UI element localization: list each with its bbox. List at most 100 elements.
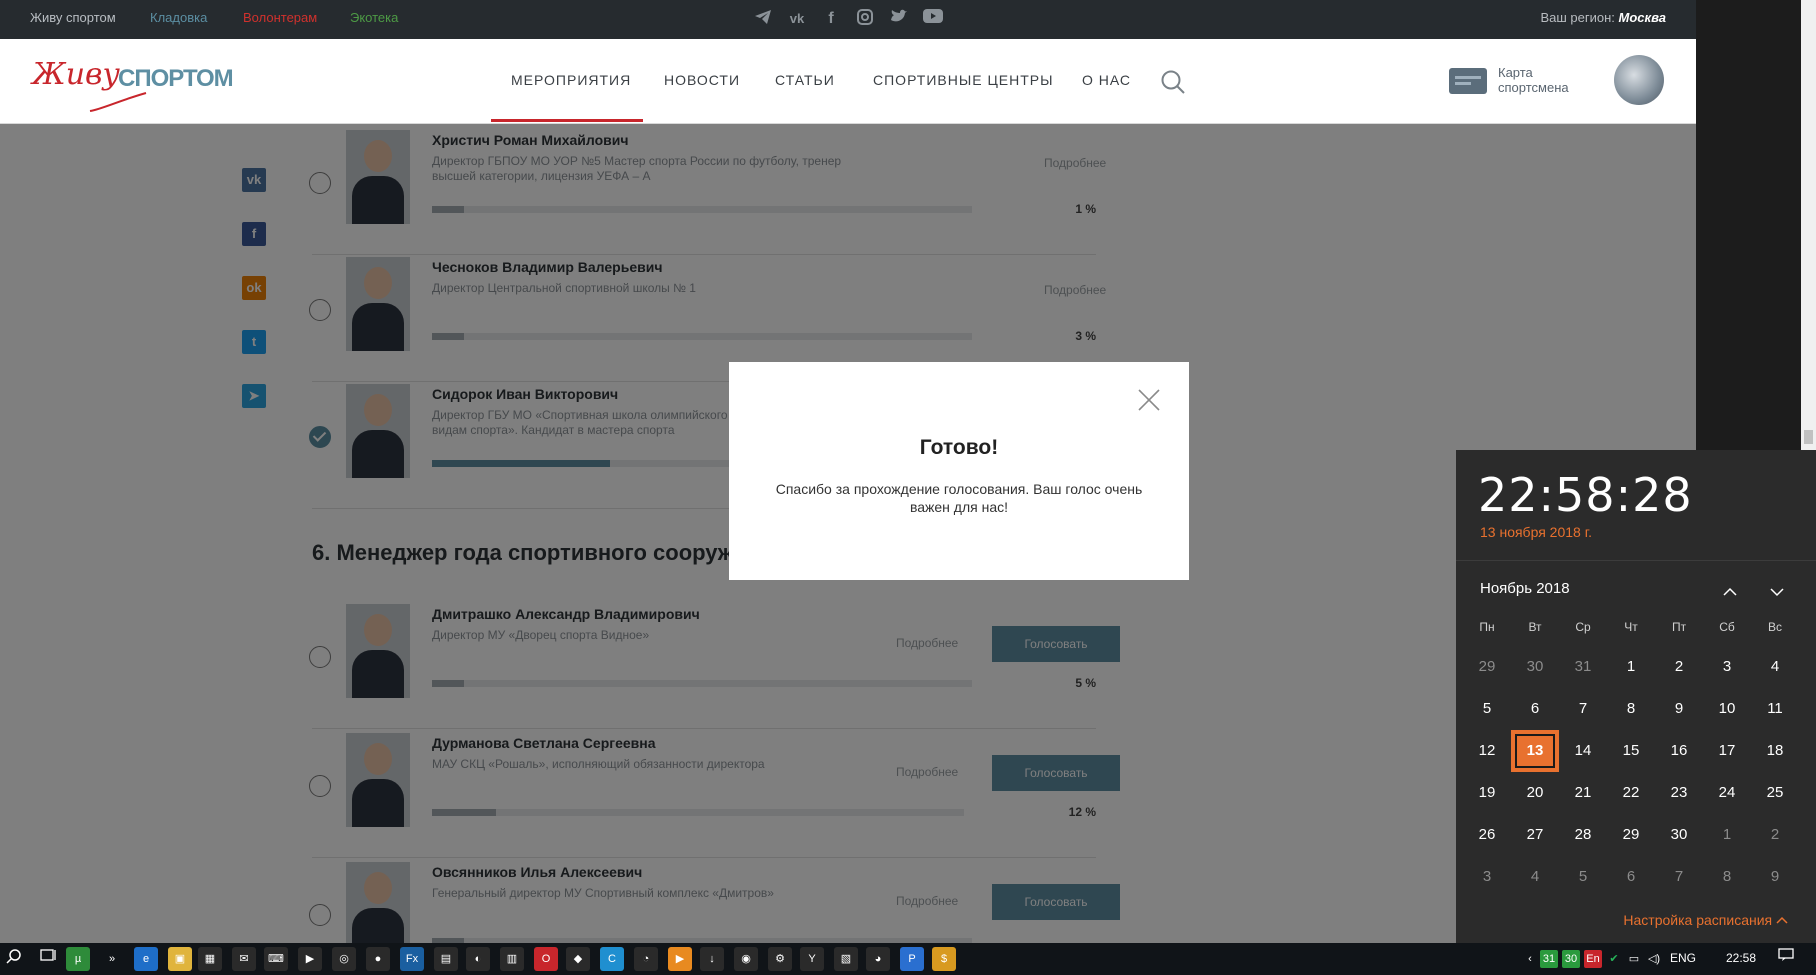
calendar-day[interactable]: 27 — [1513, 816, 1557, 854]
clock-app-icon[interactable]: ◔ — [634, 947, 658, 971]
calendar-day[interactable]: 4 — [1753, 648, 1797, 686]
calendar-day[interactable]: 29 — [1465, 648, 1509, 686]
calendar-month[interactable]: Ноябрь 2018 — [1480, 580, 1570, 597]
calendar-day[interactable]: 26 — [1465, 816, 1509, 854]
calendar-day[interactable]: 15 — [1609, 732, 1653, 770]
app-settings-icon[interactable]: ⚙ — [768, 947, 792, 971]
utorrent-icon[interactable]: µ — [66, 947, 90, 971]
calendar-day[interactable]: 14 — [1561, 732, 1605, 770]
calendar-day[interactable]: 25 — [1753, 774, 1797, 812]
topbar-link-volunteers[interactable]: Волонтерам — [243, 10, 317, 25]
calendar-day[interactable]: 23 — [1657, 774, 1701, 812]
topbar-link-zhivu-sportom[interactable]: Живу спортом — [30, 10, 116, 25]
calendar-day[interactable]: 9 — [1657, 690, 1701, 728]
schedule-settings-link[interactable]: Настройка расписания — [1623, 912, 1788, 928]
calendar-day[interactable]: 11 — [1753, 690, 1797, 728]
chevron-down-icon[interactable] — [1769, 584, 1785, 600]
volume-icon[interactable]: ◁) — [1646, 947, 1662, 971]
chrome-icon[interactable]: ◎ — [332, 947, 356, 971]
calendar-day[interactable]: 28 — [1561, 816, 1605, 854]
calendar-day[interactable]: 10 — [1705, 690, 1749, 728]
edge-icon[interactable]: e — [134, 947, 158, 971]
calendar-day[interactable]: 30 — [1657, 816, 1701, 854]
calendar-day[interactable]: 20 — [1513, 774, 1557, 812]
calendar-day[interactable]: 6 — [1609, 858, 1653, 896]
mail-icon[interactable]: ✉ — [232, 947, 256, 971]
instagram-icon[interactable] — [855, 9, 875, 29]
site-logo[interactable]: Живу СПОРТОМ — [32, 53, 234, 113]
calendar-day-today[interactable]: 13 — [1513, 732, 1557, 770]
calendar-day[interactable]: 31 — [1561, 648, 1605, 686]
app-green-icon[interactable]: ◆ — [566, 947, 590, 971]
app-grid-icon[interactable]: ▤ — [434, 947, 458, 971]
user-avatar[interactable] — [1614, 55, 1664, 105]
shield-icon[interactable]: ✔ — [1606, 947, 1622, 971]
nav-news[interactable]: НОВОСТИ — [664, 72, 740, 88]
app-p-icon[interactable]: P — [900, 947, 924, 971]
calendar-day[interactable]: 24 — [1705, 774, 1749, 812]
app-purple-icon[interactable]: ▥ — [500, 947, 524, 971]
nav-articles[interactable]: СТАТЬИ — [775, 72, 835, 88]
calendar-day[interactable]: 16 — [1657, 732, 1701, 770]
search-icon[interactable] — [2, 947, 26, 971]
search-icon[interactable] — [1160, 69, 1186, 95]
tray-badge-31[interactable]: 31 — [1540, 950, 1558, 968]
telegram-icon[interactable] — [753, 9, 773, 29]
calendar-day[interactable]: 18 — [1753, 732, 1797, 770]
calendar-day[interactable]: 7 — [1561, 690, 1605, 728]
fx-icon[interactable]: Fx — [400, 947, 424, 971]
calendar-day[interactable]: 19 — [1465, 774, 1509, 812]
calendar-day[interactable]: 1 — [1609, 648, 1653, 686]
facebook-icon[interactable]: f — [821, 9, 841, 29]
flyout-date[interactable]: 13 ноября 2018 г. — [1480, 524, 1592, 540]
player-icon[interactable]: ▶ — [668, 947, 692, 971]
opera-icon[interactable]: O — [534, 947, 558, 971]
calendar-day[interactable]: 8 — [1705, 858, 1749, 896]
calendar-day[interactable]: 3 — [1465, 858, 1509, 896]
calendar-day[interactable]: 29 — [1609, 816, 1653, 854]
calendar-day[interactable]: 8 — [1609, 690, 1653, 728]
calendar-day[interactable]: 30 — [1513, 648, 1557, 686]
app-doc-icon[interactable]: ▧ — [834, 947, 858, 971]
scrollbar-thumb[interactable] — [1804, 430, 1813, 444]
keyboard-icon[interactable]: ⌨ — [264, 947, 288, 971]
tray-badge-30[interactable]: 30 — [1562, 950, 1580, 968]
calendar-day[interactable]: 12 — [1465, 732, 1509, 770]
calendar-day[interactable]: 17 — [1705, 732, 1749, 770]
topbar-link-kladovka[interactable]: Кладовка — [150, 10, 207, 25]
network-icon[interactable]: ▭ — [1626, 947, 1642, 971]
chevron-up-icon[interactable] — [1722, 584, 1738, 600]
calendar-day[interactable]: 7 — [1657, 858, 1701, 896]
store-icon[interactable]: ▦ — [198, 947, 222, 971]
app-red-icon[interactable]: ● — [366, 947, 390, 971]
tray-language[interactable]: ENG — [1670, 951, 1696, 965]
calendar-day[interactable]: 21 — [1561, 774, 1605, 812]
nav-about[interactable]: О НАС — [1082, 72, 1131, 88]
calendar-day[interactable]: 9 — [1753, 858, 1797, 896]
calendar-day[interactable]: 5 — [1561, 858, 1605, 896]
calendar-day[interactable]: 6 — [1513, 690, 1557, 728]
calendar-day[interactable]: 1 — [1705, 816, 1749, 854]
calendar-day[interactable]: 5 — [1465, 690, 1509, 728]
athlete-card-link[interactable]: Карта спортсмена — [1498, 65, 1588, 95]
calendar-day[interactable]: 22 — [1609, 774, 1653, 812]
yandex-icon[interactable]: Y — [800, 947, 824, 971]
tray-clock[interactable]: 22:58 — [1726, 951, 1756, 965]
more-icon[interactable]: » — [100, 947, 124, 971]
app-blue-icon[interactable]: ◐ — [466, 947, 490, 971]
twitter-icon[interactable] — [889, 9, 909, 29]
calendar-day[interactable]: 2 — [1753, 816, 1797, 854]
app-c-icon[interactable]: C — [600, 947, 624, 971]
notifications-icon[interactable] — [1774, 947, 1798, 971]
nav-sports-centers[interactable]: СПОРТИВНЫЕ ЦЕНТРЫ — [873, 72, 1054, 88]
tray-expand-icon[interactable]: ‹ — [1522, 947, 1538, 971]
explorer-icon[interactable]: ▣ — [168, 947, 192, 971]
close-icon[interactable] — [1137, 388, 1161, 412]
youtube-icon[interactable] — [923, 9, 943, 29]
app-globe-icon[interactable]: ◉ — [734, 947, 758, 971]
media-icon[interactable]: ▶ — [298, 947, 322, 971]
coin-icon[interactable]: $ — [932, 947, 956, 971]
calendar-day[interactable]: 2 — [1657, 648, 1701, 686]
topbar-link-ecoteka[interactable]: Экотека — [350, 10, 398, 25]
tray-language-badge[interactable]: En — [1584, 950, 1602, 968]
